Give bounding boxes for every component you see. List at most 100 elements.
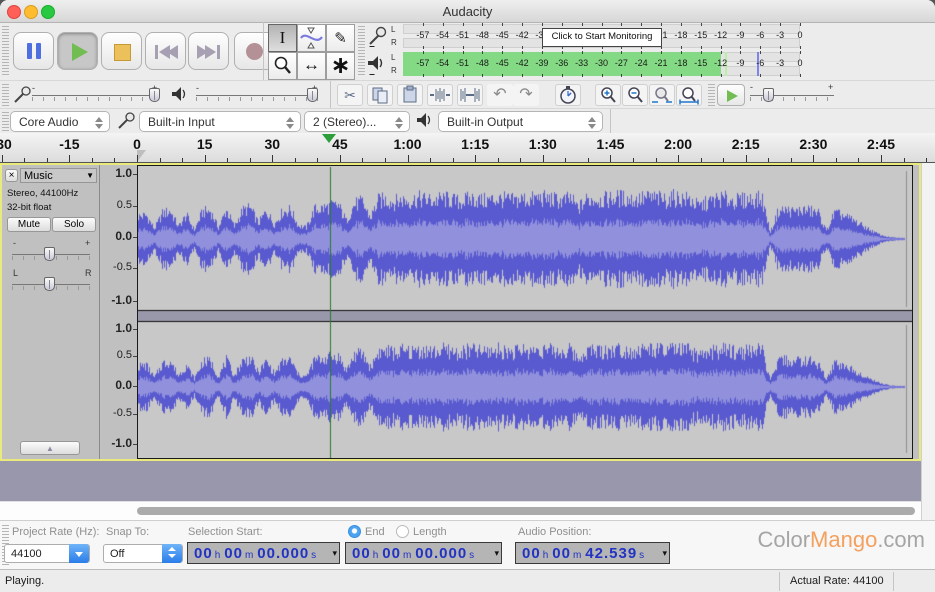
minutes-value[interactable]: 00	[224, 545, 243, 562]
end-radio[interactable]	[348, 525, 361, 538]
envelope-tool-button[interactable]	[297, 24, 326, 52]
audio-host-select[interactable]: Core Audio	[10, 111, 110, 132]
track-gain-thumb[interactable]	[44, 247, 55, 261]
db-scale-label: -54	[436, 58, 449, 68]
timeline-major-tick	[2, 155, 3, 162]
redo-button[interactable]: ↷	[513, 84, 539, 106]
vertical-scrollbar[interactable]	[921, 163, 935, 520]
db-scale-tick	[800, 46, 801, 49]
timeshift-tool-button[interactable]: ↔	[297, 52, 326, 80]
hours-value[interactable]: 00	[194, 545, 213, 562]
db-scale-tick	[641, 51, 642, 54]
transcription-toolbar-grip[interactable]	[708, 84, 715, 106]
db-scale-label: -33	[575, 58, 588, 68]
pause-button[interactable]	[13, 32, 54, 70]
ruler-value: 1.0	[115, 321, 132, 335]
monitoring-tooltip[interactable]: Click to Start Monitoring	[542, 28, 662, 47]
timeline-minor-tick	[317, 158, 318, 162]
trim-audio-button[interactable]	[427, 84, 453, 106]
db-scale-tick	[463, 46, 464, 49]
input-volume-slider[interactable]	[32, 95, 160, 96]
seconds-value[interactable]: 42.539	[585, 545, 637, 562]
stop-button[interactable]	[101, 32, 142, 70]
db-scale-label: -12	[714, 58, 727, 68]
seconds-value[interactable]: 00.000	[257, 545, 309, 562]
horizontal-scrollbar[interactable]	[0, 501, 921, 520]
silence-audio-button[interactable]	[457, 84, 483, 106]
collapse-track-button[interactable]: ▲	[20, 441, 80, 455]
timeline-major-tick	[205, 155, 206, 162]
trim-icon	[428, 85, 452, 105]
multi-tool-icon: ∗	[327, 51, 354, 80]
seconds-value[interactable]: 00.000	[415, 545, 467, 562]
fit-selection-button[interactable]	[649, 84, 675, 106]
mute-button[interactable]: Mute	[7, 217, 51, 232]
output-volume-thumb[interactable]	[307, 88, 318, 102]
selection-end-field[interactable]: 00h 00m 00.000s ▾	[345, 542, 502, 564]
zoom-in-button[interactable]	[595, 84, 621, 106]
db-scale-tick	[502, 74, 503, 77]
horizontal-scrollbar-thumb[interactable]	[137, 507, 915, 515]
playback-speed-thumb[interactable]	[763, 88, 774, 102]
paste-button[interactable]	[397, 84, 423, 106]
timeline-minor-tick	[182, 158, 183, 162]
meter-toolbar-grip[interactable]	[358, 26, 365, 76]
skip-to-end-button[interactable]	[188, 32, 229, 70]
status-message: Playing.	[5, 575, 44, 587]
play-button[interactable]	[57, 32, 98, 70]
selection-start-field[interactable]: 00h 00m 00.000s ▾	[187, 542, 340, 564]
vertical-ruler[interactable]: 1.0 0.5 0.0 -0.5 -1.0 1.0 0.5 0.0 -0.5 -…	[100, 165, 137, 459]
transport-toolbar-grip[interactable]	[2, 26, 9, 76]
output-volume-slider[interactable]	[196, 95, 318, 96]
project-rate-dropdown-button[interactable]	[69, 544, 89, 563]
playback-meter-bars[interactable]: -57-54-51-48-45-42-39-36-33-30-27-24-21-…	[403, 51, 800, 77]
fit-project-button[interactable]	[676, 84, 702, 106]
format-dropdown-icon[interactable]: ▾	[494, 548, 499, 559]
format-dropdown-icon[interactable]: ▾	[662, 548, 667, 559]
minutes-value[interactable]: 00	[382, 545, 401, 562]
zoom-in-icon	[596, 85, 620, 105]
snap-to-stepper-button[interactable]	[162, 544, 182, 563]
collapse-icon: ▲	[46, 444, 54, 453]
track-title-menu[interactable]: Music ▼	[20, 168, 97, 183]
close-track-button[interactable]: ×	[5, 169, 18, 182]
track-pan-thumb[interactable]	[44, 277, 55, 291]
multi-tool-button[interactable]: ∗	[326, 52, 355, 80]
timeline-label: 0	[133, 136, 141, 152]
project-rate-select[interactable]: 44100	[4, 544, 90, 563]
waveform-canvas[interactable]	[138, 167, 912, 458]
mixer-toolbar-grip[interactable]	[2, 84, 9, 106]
minutes-value[interactable]: 00	[552, 545, 571, 562]
draw-tool-button[interactable]: ✎	[326, 24, 355, 52]
playback-meter[interactable]: L R -57-54-51-48-45-42-39-36-33-30-27-24…	[366, 51, 800, 78]
zoom-out-button[interactable]	[622, 84, 648, 106]
input-volume-thumb[interactable]	[149, 88, 160, 102]
skip-to-start-button[interactable]	[145, 32, 186, 70]
device-toolbar-grip[interactable]	[2, 112, 9, 131]
recording-meter-bars[interactable]: -57-54-51-48-45-42-39-36-33-30-27-24-21-…	[403, 23, 800, 49]
hours-value[interactable]: 00	[522, 545, 541, 562]
sync-lock-button[interactable]	[555, 84, 581, 106]
track-menu-arrow-icon: ▼	[86, 171, 94, 180]
timeline-minor-tick	[701, 158, 702, 162]
length-radio[interactable]	[396, 525, 409, 538]
selection-tool-button[interactable]: I	[268, 24, 297, 52]
audio-position-field[interactable]: 00h 00m 42.539s ▾	[515, 542, 670, 564]
cut-button[interactable]: ✂	[337, 84, 363, 106]
timeline-ruler[interactable]: -30-1501530451:001:151:301:452:002:152:3…	[0, 133, 935, 163]
solo-button[interactable]: Solo	[52, 217, 96, 232]
playback-device-select[interactable]: Built-in Output	[438, 111, 603, 132]
db-scale-tick	[522, 23, 523, 26]
snap-to-select[interactable]: Off	[103, 544, 183, 563]
undo-button[interactable]: ↶	[487, 84, 513, 106]
copy-button[interactable]	[367, 84, 393, 106]
zoom-tool-button[interactable]	[268, 52, 297, 80]
hours-value[interactable]: 00	[352, 545, 371, 562]
format-dropdown-icon[interactable]: ▾	[332, 548, 337, 559]
play-at-speed-button[interactable]	[717, 84, 745, 106]
recording-meter[interactable]: L R -57-54-51-48-45-42-39-36-33-30-27-24…	[366, 23, 800, 50]
recording-channels-select[interactable]: 2 (Stereo)...	[304, 111, 410, 132]
output-minus-label: -	[196, 83, 199, 93]
recording-device-select[interactable]: Built-in Input	[139, 111, 301, 132]
db-scale-tick	[502, 51, 503, 54]
